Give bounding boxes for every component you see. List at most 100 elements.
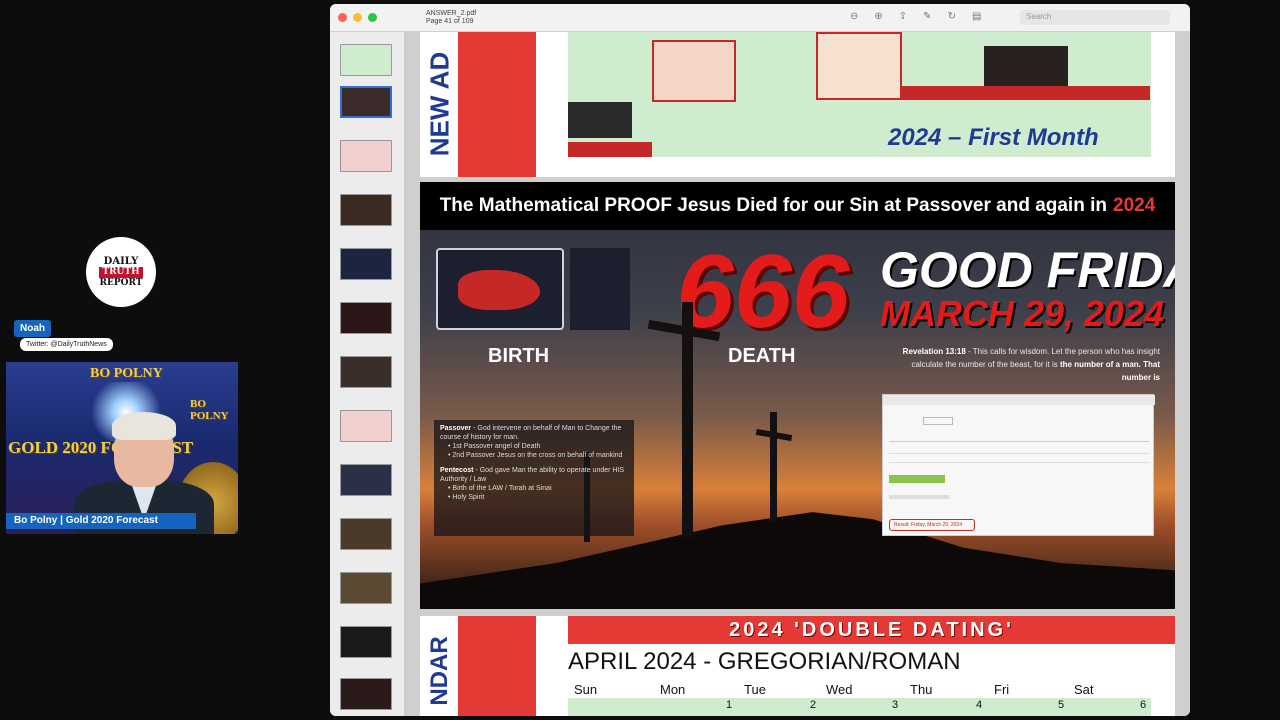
double-dating-banner: 2024 'DOUBLE DATING' <box>568 616 1175 644</box>
host-name-tag: Noah <box>14 320 51 337</box>
page-thumbnail[interactable] <box>340 356 392 388</box>
calculate-button <box>889 475 945 483</box>
calendar-callout <box>652 40 736 102</box>
page-thumbnail[interactable] <box>340 44 392 76</box>
calculator-inputs-row <box>889 453 1149 463</box>
calculator-field <box>923 417 953 425</box>
page-thumbnail[interactable] <box>340 464 392 496</box>
backdrop-brand-2: BO POLNY <box>190 398 229 422</box>
guest-webcam: BO POLNY BO POLNY GOLD 2020 FORECAST <box>6 362 238 534</box>
page-thumbnail[interactable] <box>340 678 392 710</box>
red-graphic-strip <box>458 616 536 716</box>
calculator-option <box>889 495 949 499</box>
slide-headline-bar: The Mathematical PROOF Jesus Died for ou… <box>420 182 1175 230</box>
calendar-image <box>984 46 1068 86</box>
calendar-date: 6 <box>1140 699 1147 711</box>
calendar-bar <box>902 86 1150 100</box>
vertical-title: NEW AD <box>424 51 455 157</box>
logo-line-2: TRUTH <box>99 266 143 278</box>
daily-truth-report-logo: DAILY TRUTH REPORT <box>86 237 156 307</box>
death-label: DEATH <box>728 345 796 367</box>
revelation-quote: Revelation 13:18 - This calls for wisdom… <box>890 345 1160 384</box>
viewer-toolbar: ANSWER_2.pdf Page 41 of 109 ⊖ ⊕ ⇪ ✎ ↻ ▤ … <box>330 4 1190 32</box>
document-pages: NEW AD 2024 – First Month The Mathematic… <box>406 32 1190 716</box>
pentecost-title: Pentecost <box>440 467 474 474</box>
backdrop-brand-1: BO POLNY <box>90 366 163 381</box>
zoom-in-icon[interactable]: ⊕ <box>874 11 882 23</box>
weekday-label: Thu <box>910 682 933 697</box>
slide-headline-year: 2024 <box>1113 195 1156 216</box>
pentecost-bullet: Birth of the LAW / Torah at Sinai <box>452 485 552 492</box>
share-icon[interactable]: ⇪ <box>899 11 907 23</box>
passover-bullet: 2nd Passover Jesus on the cross on behal… <box>452 452 623 459</box>
passover-bullet: 1st Passover angel of Death <box>452 443 541 450</box>
guest-caption: Bo Polny | Gold 2020 Forecast <box>6 513 196 529</box>
screen: DAILY TRUTH REPORT Noah Twitter: @DailyT… <box>0 0 1280 720</box>
pentecost-bullet: Holy Spirit <box>452 494 485 501</box>
weekday-label: Sat <box>1074 682 1094 697</box>
page-april-calendar: NDAR 2024 'DOUBLE DATING' APRIL 2024 - G… <box>420 616 1175 716</box>
calendar-image <box>568 102 632 138</box>
logo-line-1: DAILY <box>103 255 139 267</box>
revelation-bold-text: the number of a man. That number is <box>1059 360 1160 382</box>
minimize-window-button[interactable] <box>353 13 362 22</box>
toolbar-icons: ⊖ ⊕ ⇪ ✎ ↻ ▤ <box>850 11 981 23</box>
passover-pentecost-panel: Passover - God intervene on behalf of Ma… <box>434 420 634 536</box>
april-month-title: APRIL 2024 - GREGORIAN/ROMAN <box>568 648 961 675</box>
first-month-heading: 2024 – First Month <box>888 124 1099 151</box>
weekday-label: Fri <box>994 682 1010 697</box>
calendar-callout <box>816 32 902 100</box>
document-title-block: ANSWER_2.pdf Page 41 of 109 <box>426 10 476 26</box>
calendar-date: 3 <box>892 699 899 711</box>
close-window-button[interactable] <box>338 13 347 22</box>
search-input[interactable]: Search <box>1020 10 1170 25</box>
birth-label: BIRTH <box>488 345 550 367</box>
right-cross-post <box>770 412 777 522</box>
form-icon[interactable]: ▤ <box>972 11 981 23</box>
date-calculator-screenshot: Result: Friday, March 29, 2024 <box>882 394 1155 536</box>
page-thumbnail[interactable] <box>340 410 392 442</box>
page-side-strip: NEW AD <box>420 32 458 177</box>
center-cross-post <box>682 302 693 537</box>
map-image <box>436 248 564 330</box>
rotate-icon[interactable]: ↻ <box>948 11 956 23</box>
markup-icon[interactable]: ✎ <box>923 11 931 23</box>
good-friday-title: GOOD FRIDAY <box>880 242 1175 298</box>
good-friday-date: MARCH 29, 2024 <box>880 293 1165 334</box>
page-thumbnail[interactable] <box>340 572 392 604</box>
weekday-label: Mon <box>660 682 686 697</box>
weekday-label: Wed <box>826 682 853 697</box>
logo-line-3: REPORT <box>99 277 143 288</box>
page-thumbnail[interactable] <box>340 518 392 550</box>
page-thumbnail[interactable] <box>340 248 392 280</box>
calendar-bar <box>568 142 652 157</box>
page-thumbnail[interactable] <box>340 626 392 658</box>
calendar-date: 5 <box>1058 699 1065 711</box>
document-title: ANSWER_2.pdf <box>426 10 477 17</box>
zoom-window-button[interactable] <box>368 13 377 22</box>
page-thumbnail-selected[interactable] <box>340 86 392 118</box>
map-caption-panel <box>570 248 630 330</box>
window-controls <box>338 13 377 22</box>
document-page-count: Page 41 of 109 <box>426 18 474 25</box>
page-thumbnail[interactable] <box>340 194 392 226</box>
weekday-label: Sun <box>574 682 598 697</box>
revelation-reference: Revelation 13:18 <box>902 347 966 356</box>
page-thumbnail[interactable] <box>340 302 392 334</box>
red-graphic-strip <box>458 32 536 177</box>
calculator-header <box>883 395 1155 405</box>
calculator-result: Result: Friday, March 29, 2024 <box>889 519 975 531</box>
calendar-date: 1 <box>726 699 733 711</box>
page-thumbnail[interactable] <box>340 140 392 172</box>
zoom-out-icon[interactable]: ⊖ <box>850 11 858 23</box>
calculator-divider <box>889 441 1149 442</box>
guest-hair <box>112 412 176 440</box>
weekday-label: Tue <box>744 682 766 697</box>
calendar-date: 4 <box>976 699 983 711</box>
pdf-viewer-window: ANSWER_2.pdf Page 41 of 109 ⊖ ⊕ ⇪ ✎ ↻ ▤ … <box>330 4 1190 716</box>
host-handle-tag: Twitter: @DailyTruthNews <box>20 338 113 351</box>
slide-headline: The Mathematical PROOF Jesus Died for ou… <box>439 195 1107 216</box>
calendar-date: 2 <box>810 699 817 711</box>
thumbnail-sidebar <box>330 32 405 716</box>
vertical-title: NDAR <box>426 636 453 706</box>
